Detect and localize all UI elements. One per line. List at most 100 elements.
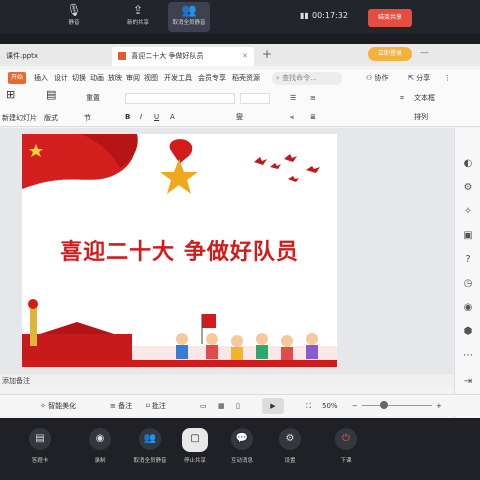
new-slide-button[interactable]: 新建幻灯片: [2, 113, 37, 123]
record-button[interactable]: ◉ 录制: [80, 428, 120, 464]
comments-button[interactable]: ⌑ 批注: [146, 401, 166, 411]
arrange-button[interactable]: 排列: [414, 112, 428, 122]
reset-button[interactable]: 重置: [86, 93, 100, 103]
collapse-panel-icon[interactable]: ⇥: [462, 376, 474, 388]
record-icon: ◉: [89, 428, 111, 450]
minimize-icon[interactable]: —: [420, 48, 429, 58]
notes-icon: ≡: [110, 402, 116, 410]
answer-card-button[interactable]: ▤ 答题卡: [20, 428, 60, 464]
notes-bar[interactable]: 添加备注: [0, 374, 454, 388]
slide-editing-area: 喜迎二十大 争做好队员: [0, 128, 454, 374]
new-share-button[interactable]: ⇪ 新的共享: [120, 2, 156, 32]
end-class-button[interactable]: ⏻ 下课: [326, 428, 366, 464]
microphone-icon: 🎙: [66, 3, 82, 17]
meeting-timer: 00:17:32: [312, 11, 348, 20]
bullet-list-icon[interactable]: ☰: [290, 93, 296, 103]
tab-file[interactable]: 课件.pptx: [0, 47, 108, 66]
tab-document[interactable]: 喜迎二十大 争做好队员 ✕: [112, 47, 254, 66]
ribbon-toolbar: ⊞ 新建幻灯片 ▤ 版式 节 重置 B I U A 燮 ☰ ≡ ⫷ ≣ ⌗ 文本…: [0, 87, 480, 127]
menu-dev-tools[interactable]: 开发工具: [164, 70, 192, 87]
close-tab-icon[interactable]: ✕: [242, 47, 248, 66]
beautify-button[interactable]: ✧ 智能美化: [40, 401, 76, 411]
login-button[interactable]: 立即登录: [368, 47, 412, 61]
command-search[interactable]: ⌕ 查找命令...: [272, 72, 342, 85]
text-effects-icon[interactable]: 燮: [236, 112, 243, 122]
zoom-level[interactable]: 50%: [322, 401, 338, 411]
slide-title[interactable]: 喜迎二十大 争做好队员: [22, 234, 337, 266]
menu-view[interactable]: 视图: [144, 70, 158, 87]
more-icon[interactable]: ⋮: [444, 70, 451, 87]
share-screen-icon: ⇪: [132, 3, 144, 17]
share-button[interactable]: ⇱ 分享: [408, 70, 430, 87]
menu-review[interactable]: 审阅: [126, 70, 140, 87]
cancel-mute-all-button[interactable]: 👥 取消全员静音: [168, 2, 210, 32]
align-left-icon[interactable]: ⫷: [290, 112, 294, 122]
menu-bar: 开始 插入 设计 切换 动画 放映 审阅 视图 开发工具 会员专享 稻壳资源 ⌕…: [0, 70, 480, 87]
layout-icon[interactable]: ▤: [46, 89, 56, 100]
share-icon: ⇱: [408, 74, 414, 82]
section-button[interactable]: 节: [84, 113, 91, 123]
tiananmen-decoration: [22, 299, 132, 367]
clock-icon[interactable]: ◷: [462, 278, 474, 290]
magic-icon[interactable]: ✧: [462, 206, 474, 218]
layout-button[interactable]: 版式: [44, 113, 58, 123]
palette-icon[interactable]: ◐: [462, 158, 474, 170]
new-tab-icon[interactable]: +: [262, 47, 272, 61]
location-icon[interactable]: ◉: [462, 302, 474, 314]
settings-button[interactable]: ⚙ 设置: [270, 428, 310, 464]
help-icon[interactable]: ?: [462, 254, 474, 266]
text-box-icon[interactable]: ⌗: [400, 93, 404, 103]
more-options-icon[interactable]: ⋯: [462, 350, 474, 362]
slide-canvas[interactable]: 喜迎二十大 争做好队员: [22, 134, 337, 367]
mute-button[interactable]: 🎙 静音: [56, 2, 92, 32]
right-side-panel: ◐ ⚙ ✧ ▣ ? ◷ ◉ ⬢ ⋯ ⇥: [454, 128, 480, 418]
stop-share-icon: ▢: [182, 428, 208, 452]
menu-slideshow[interactable]: 放映: [108, 70, 122, 87]
menu-docer[interactable]: 稻壳资源: [232, 70, 260, 87]
end-share-button[interactable]: 结束共享: [368, 9, 412, 27]
menu-transition[interactable]: 切换: [72, 70, 86, 87]
font-color-icon[interactable]: A: [170, 112, 175, 122]
menu-vip[interactable]: 会员专享: [198, 70, 226, 87]
new-slide-icon[interactable]: ⊞: [6, 89, 15, 100]
zoom-slider-thumb[interactable]: [380, 401, 388, 409]
font-size-select[interactable]: [240, 93, 270, 104]
zoom-slider[interactable]: [362, 405, 432, 406]
gear-icon: ⚙: [279, 428, 301, 450]
notes-placeholder: 添加备注: [2, 377, 30, 385]
meeting-top-bar: 🎙 静音 ⇪ 新的共享 👥 取消全员静音 ▮▮ 00:17:32 结束共享: [0, 0, 480, 34]
menu-start[interactable]: 开始: [8, 72, 27, 84]
comment-icon: ⌑: [146, 402, 150, 410]
zoom-in-icon[interactable]: +: [436, 401, 442, 411]
slide-sorter-icon[interactable]: ▦: [218, 401, 225, 411]
align-center-icon[interactable]: ≣: [310, 112, 316, 122]
text-box-button[interactable]: 文本框: [414, 93, 435, 103]
collaborate-button[interactable]: ⚇ 协作: [366, 70, 389, 87]
menu-animation[interactable]: 动画: [90, 70, 104, 87]
reading-view-icon[interactable]: ▯: [236, 401, 240, 411]
font-name-select[interactable]: [125, 93, 235, 104]
adjust-icon[interactable]: ⚙: [462, 182, 474, 194]
doves-decoration: [254, 154, 320, 182]
meeting-bottom-bar: ▤ 答题卡 ◉ 录制 👥 取消全员静音 ▢ 停止共享 💬 互动消息 ⚙ 设置 ⏻…: [0, 420, 480, 480]
menu-design[interactable]: 设计: [54, 70, 68, 87]
zoom-out-icon[interactable]: −: [352, 401, 358, 411]
cube-icon[interactable]: ⬢: [462, 326, 474, 338]
bold-icon[interactable]: B: [125, 112, 130, 122]
play-slideshow-icon[interactable]: ▶: [262, 398, 284, 414]
italic-icon[interactable]: I: [140, 112, 142, 122]
stop-share-button[interactable]: ▢ 停止共享: [175, 428, 215, 464]
beautify-icon: ✧: [40, 402, 46, 410]
users-mute-icon: 👥: [181, 3, 197, 17]
search-icon: ⌕: [276, 74, 280, 82]
unmute-all-button[interactable]: 👥 取消全员静音: [126, 428, 174, 464]
notes-button[interactable]: ≡ 备注: [110, 401, 132, 411]
torch-flame-icon: [169, 139, 193, 164]
menu-insert[interactable]: 插入: [34, 70, 48, 87]
messages-button[interactable]: 💬 互动消息: [222, 428, 262, 464]
normal-view-icon[interactable]: ▭: [200, 401, 207, 411]
layout-panel-icon[interactable]: ▣: [462, 230, 474, 242]
underline-icon[interactable]: U: [154, 112, 159, 122]
fit-window-icon[interactable]: ⛶: [306, 401, 311, 411]
number-list-icon[interactable]: ≡: [310, 93, 316, 103]
